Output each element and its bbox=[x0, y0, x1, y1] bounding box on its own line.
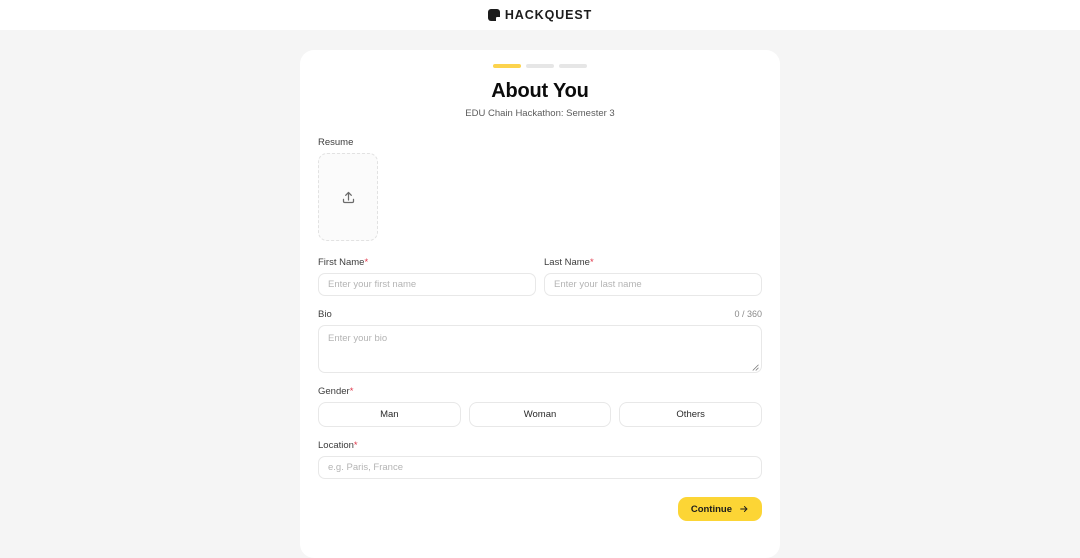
brand-logo[interactable]: HACKQUEST bbox=[487, 8, 593, 22]
bio-char-counter: 0 / 360 bbox=[734, 309, 762, 319]
gender-option-woman[interactable]: Woman bbox=[468, 402, 612, 427]
progress-step-2 bbox=[526, 64, 554, 68]
first-name-input[interactable] bbox=[318, 273, 536, 296]
progress-step-1 bbox=[493, 64, 521, 68]
required-asterisk: * bbox=[589, 257, 594, 268]
continue-button-label: Continue bbox=[690, 503, 732, 515]
resume-section: Resume bbox=[318, 137, 762, 241]
last-name-input[interactable] bbox=[544, 273, 762, 296]
required-asterisk: * bbox=[349, 386, 354, 397]
last-name-field: Last Name* bbox=[544, 257, 762, 296]
continue-button[interactable]: Continue bbox=[677, 497, 762, 521]
bio-textarea-wrapper bbox=[318, 325, 762, 373]
progress-step-3 bbox=[559, 64, 587, 68]
brand-name: HACKQUEST bbox=[504, 8, 593, 22]
name-row: First Name* Last Name* bbox=[318, 257, 762, 296]
app-header: HACKQUEST bbox=[0, 0, 1080, 30]
gender-label: Gender* bbox=[318, 386, 354, 397]
page-title: About You bbox=[491, 80, 589, 102]
onboarding-card: About You EDU Chain Hackathon: Semester … bbox=[300, 50, 780, 558]
first-name-label: First Name* bbox=[318, 257, 369, 268]
required-asterisk: * bbox=[353, 440, 358, 451]
gender-field: Gender* Man Woman Others bbox=[318, 386, 763, 427]
bio-label: Bio bbox=[318, 309, 332, 320]
location-field: Location* bbox=[318, 440, 762, 479]
resume-upload-dropzone[interactable] bbox=[318, 153, 378, 241]
bio-label-row: Bio 0 / 360 bbox=[318, 309, 762, 320]
page-subtitle: EDU Chain Hackathon: Semester 3 bbox=[465, 108, 615, 119]
page-body: About You EDU Chain Hackathon: Semester … bbox=[0, 30, 1080, 558]
bio-textarea[interactable] bbox=[318, 325, 762, 373]
arrow-right-icon bbox=[740, 506, 748, 512]
location-input[interactable] bbox=[318, 456, 762, 479]
hackquest-mark-icon bbox=[487, 9, 501, 22]
progress-indicator bbox=[318, 64, 762, 68]
gender-options: Man Woman Others bbox=[318, 402, 763, 427]
last-name-label: Last Name* bbox=[544, 257, 594, 268]
required-asterisk: * bbox=[364, 257, 369, 268]
first-name-field: First Name* bbox=[318, 257, 536, 296]
upload-icon bbox=[342, 191, 354, 203]
gender-option-others[interactable]: Others bbox=[619, 402, 763, 427]
bio-field: Bio 0 / 360 bbox=[318, 309, 762, 373]
location-label: Location* bbox=[318, 440, 358, 451]
form-actions: Continue bbox=[318, 497, 762, 521]
gender-option-man[interactable]: Man bbox=[318, 402, 461, 427]
resume-label: Resume bbox=[318, 137, 354, 148]
